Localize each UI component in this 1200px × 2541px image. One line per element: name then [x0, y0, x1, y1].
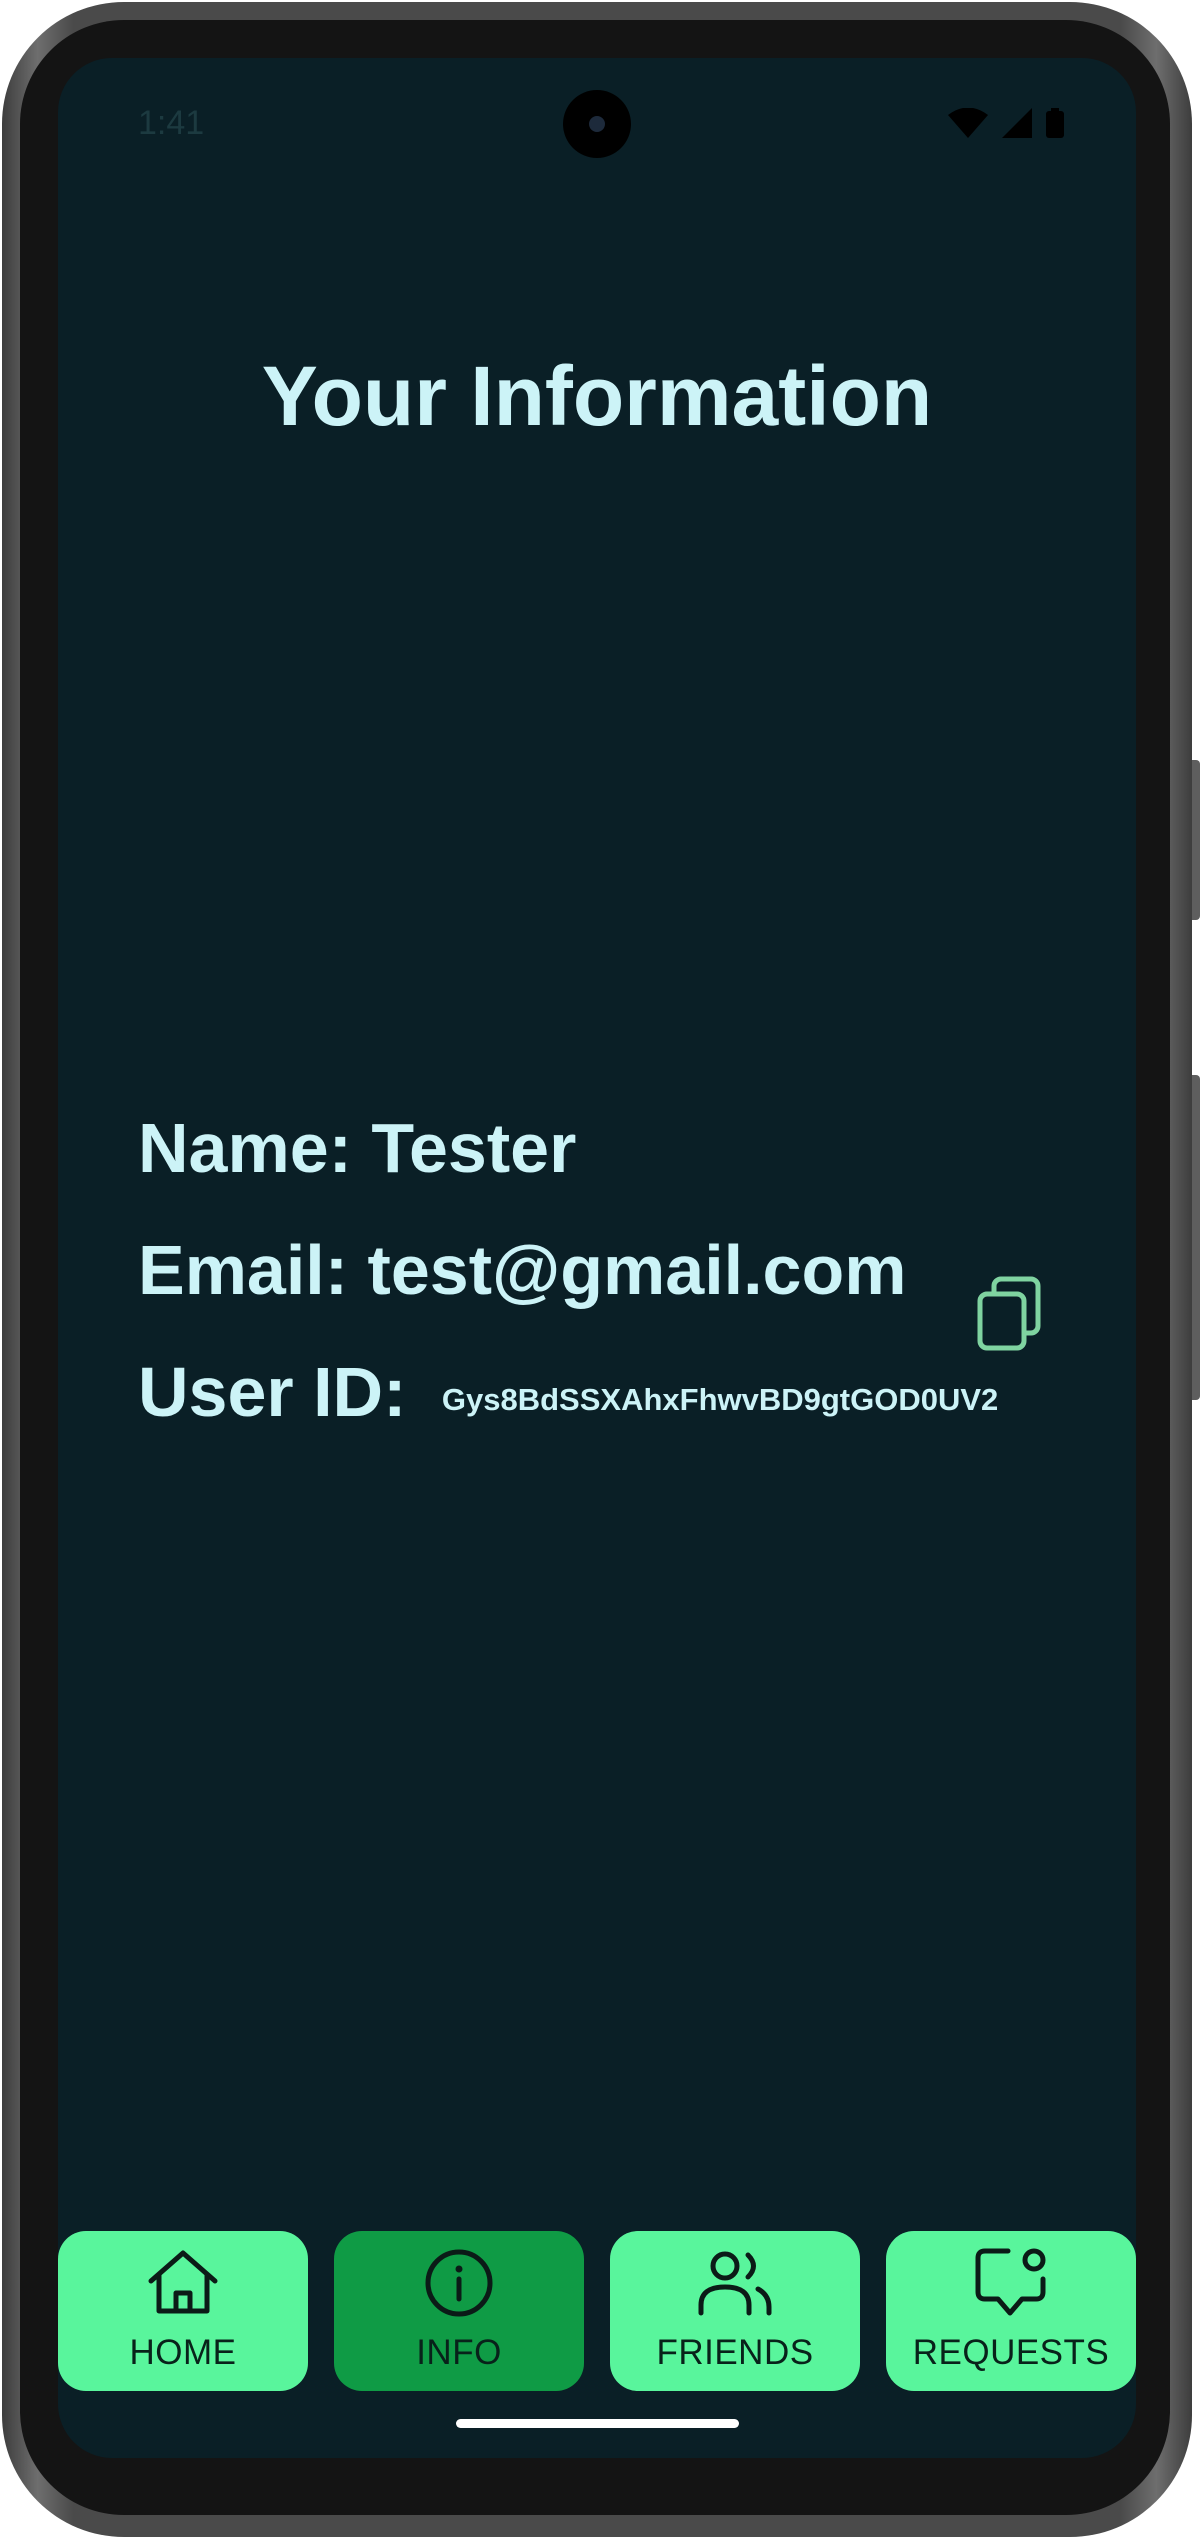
friends-icon — [698, 2251, 772, 2316]
copy-icon — [977, 1276, 1041, 1351]
info-icon — [425, 2249, 493, 2317]
email-label: Email: — [138, 1231, 349, 1309]
name-row: Name: Tester — [138, 1098, 998, 1220]
nav-friends-button[interactable]: FRIENDS — [610, 2231, 860, 2391]
nav-home-button[interactable]: HOME — [58, 2231, 308, 2391]
user-id-row: User ID: Gys8BdSSXAhxFhwvBD9gtGOD0UV2 — [138, 1342, 998, 1464]
phone-device: 1:41 Your Information Name: Tester Email… — [0, 0, 1200, 2541]
email-value: test@gmail.com — [367, 1231, 907, 1309]
wifi-icon — [948, 108, 988, 138]
name-value: Tester — [371, 1109, 577, 1187]
user-id-label: User ID: — [138, 1353, 407, 1431]
nav-info-label: INFO — [416, 2333, 502, 2372]
nav-friends-label: FRIENDS — [656, 2333, 814, 2372]
name-label: Name: — [138, 1109, 352, 1187]
nav-requests-button[interactable]: REQUESTS — [886, 2231, 1136, 2391]
user-info: Name: Tester Email: test@gmail.com User … — [138, 1098, 998, 1464]
battery-icon — [1046, 108, 1064, 138]
page-title: Your Information — [261, 349, 933, 443]
front-camera — [563, 90, 631, 158]
app-screen: 1:41 Your Information Name: Tester Email… — [58, 58, 1136, 2458]
nav-home-label: HOME — [129, 2333, 237, 2372]
signal-icon — [1002, 108, 1032, 138]
user-id-value: Gys8BdSSXAhxFhwvBD9gtGOD0UV2 — [441, 1382, 999, 1417]
nav-info-button[interactable]: INFO — [334, 2231, 584, 2391]
status-time: 1:41 — [138, 104, 205, 142]
status-bar: 1:41 — [58, 58, 1136, 193]
status-icons — [948, 108, 1064, 138]
copy-button[interactable] — [976, 1276, 1042, 1352]
requests-icon — [975, 2248, 1046, 2316]
home-indicator[interactable] — [456, 2419, 739, 2428]
home-icon — [148, 2250, 218, 2314]
nav-requests-label: REQUESTS — [912, 2333, 1110, 2372]
bottom-nav: HOME INFO FRIENDS REQUESTS — [58, 2231, 1136, 2391]
email-row: Email: test@gmail.com — [138, 1220, 998, 1342]
